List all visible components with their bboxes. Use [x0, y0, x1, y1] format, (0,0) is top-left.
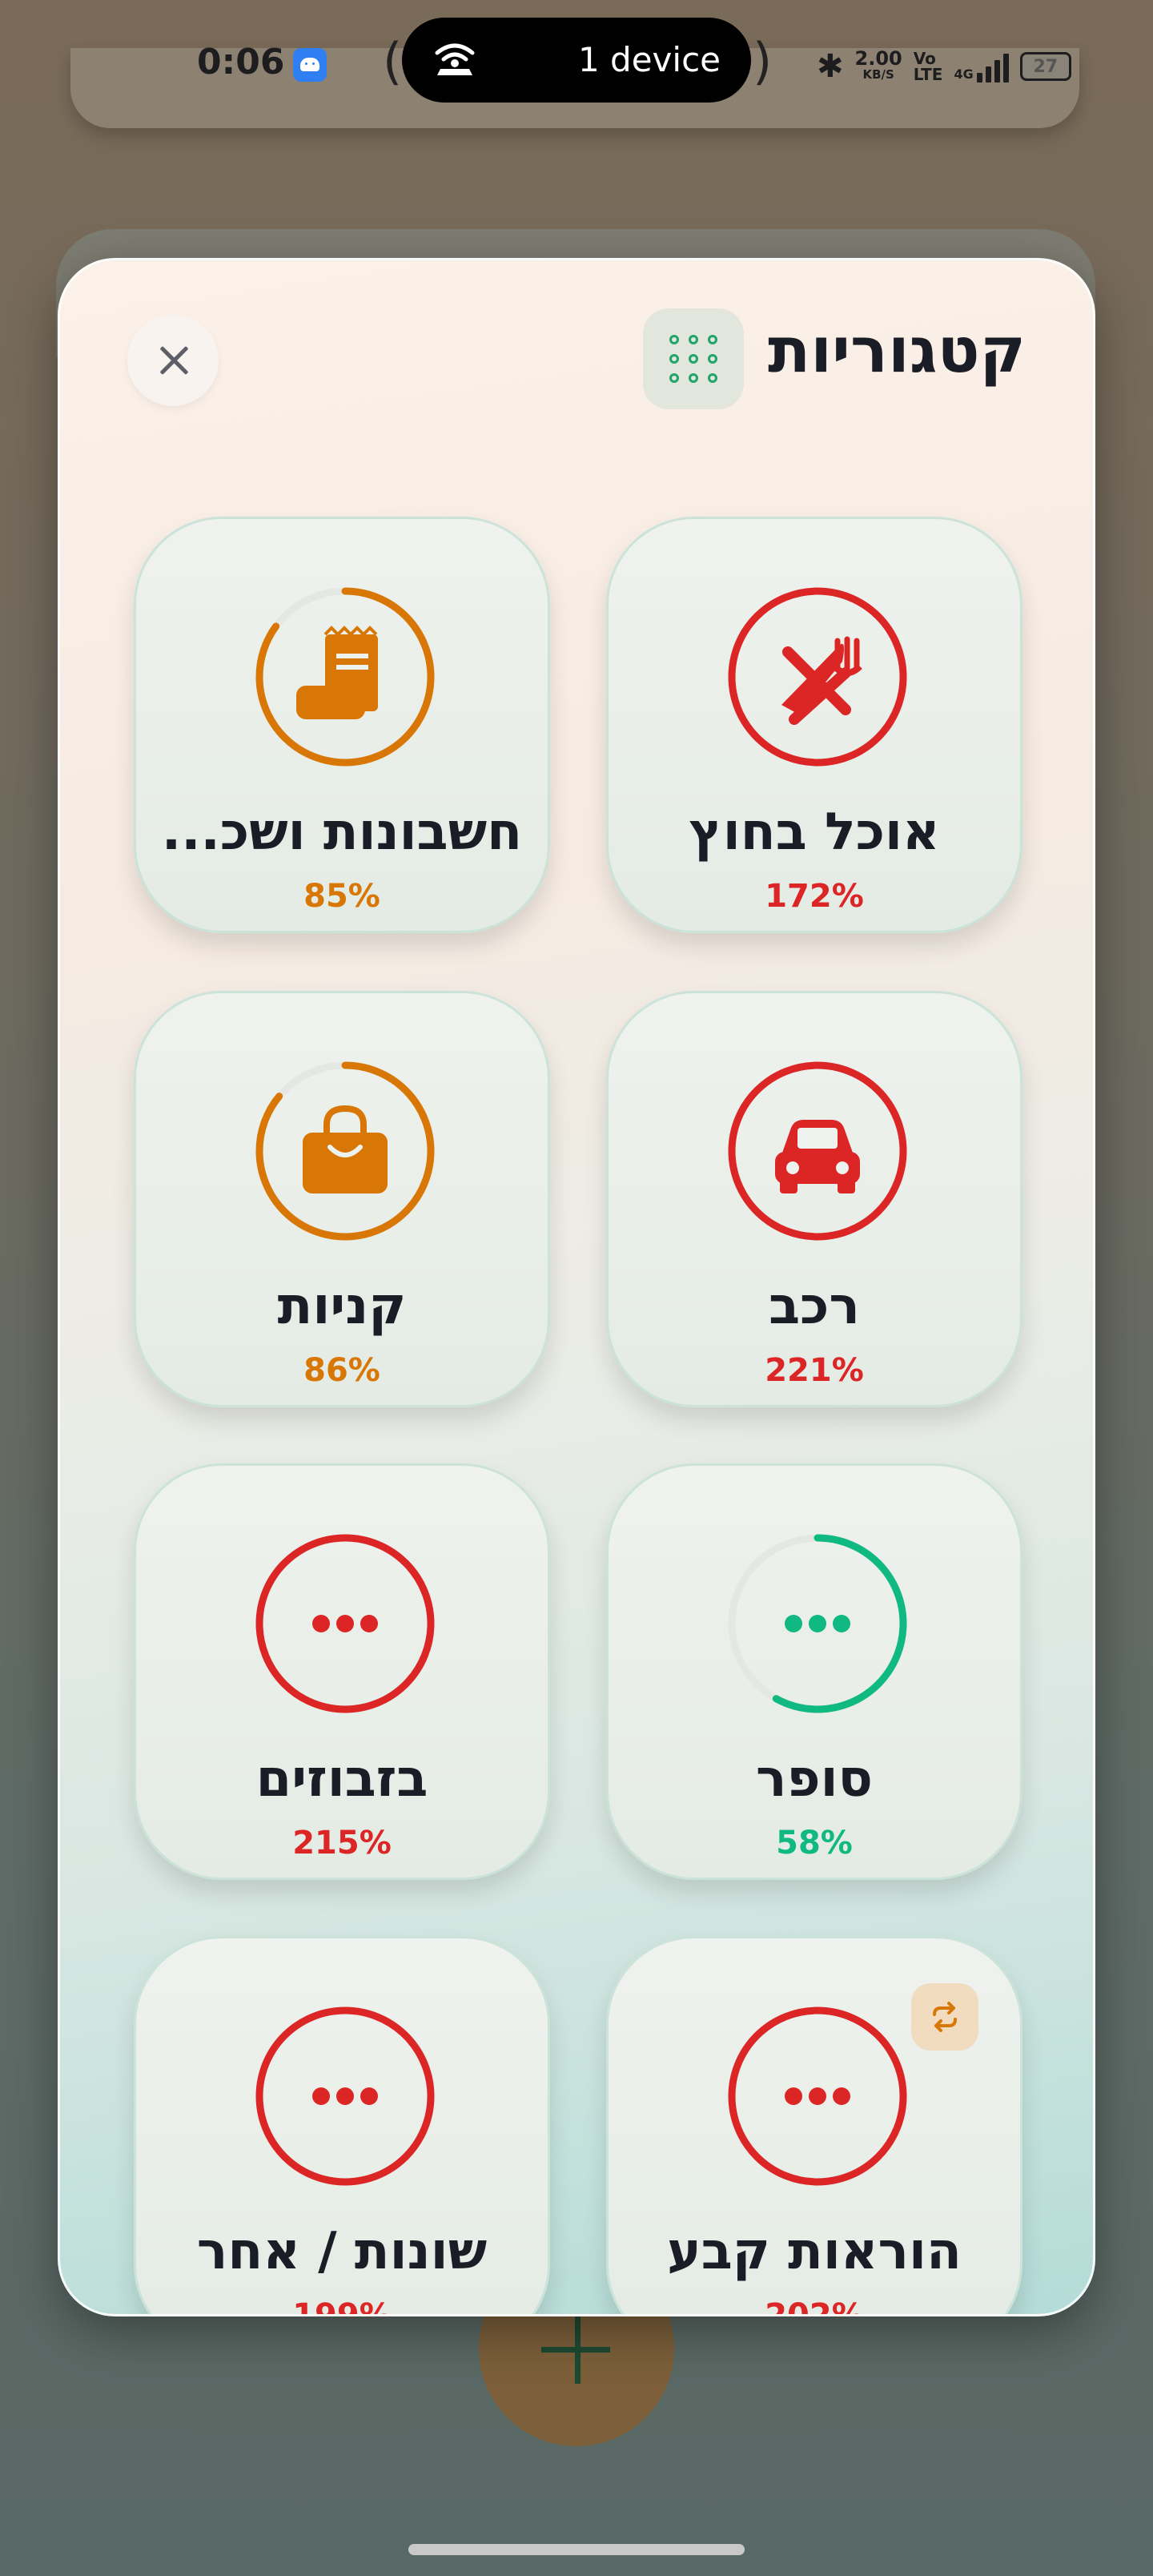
repeat-icon	[933, 2002, 957, 2032]
category-label: קניות	[277, 1277, 407, 1336]
volte-indicator: Vo LTE	[913, 49, 943, 84]
status-bar: 0:06 ( 1 device ) ✱ 2.00 KB/S Vo LTE 4G …	[0, 0, 1153, 128]
plus-icon	[541, 2315, 613, 2387]
category-tile[interactable]: הוראות קבע 202%	[606, 1936, 1022, 2316]
recurring-badge	[911, 1983, 978, 2051]
network-speed: 2.00 KB/S	[855, 49, 902, 83]
category-tile[interactable]: חשבונות ושכ... 85%	[134, 517, 550, 933]
bracket-left-icon: (	[383, 32, 403, 91]
category-tile[interactable]: שונות / אחר 199%	[134, 1936, 550, 2316]
category-percent: 202%	[765, 2297, 864, 2316]
category-label: חשבונות ושכ...	[161, 803, 523, 862]
shopping-bag-icon	[303, 1105, 388, 1193]
network-type: 4G	[954, 66, 974, 82]
fork-knife-icon	[781, 636, 862, 725]
category-label: אוכל בחוץ	[689, 803, 940, 862]
category-percent: 86%	[303, 1352, 380, 1389]
android-notification-icon	[293, 48, 327, 82]
category-tile[interactable]: סופר 58%	[606, 1463, 1022, 1880]
category-tile[interactable]: בזבוזים 215%	[134, 1463, 550, 1880]
progress-ring	[728, 587, 907, 767]
category-tile[interactable]: אוכל בחוץ 172%	[606, 517, 1022, 933]
category-tile[interactable]: רכב 221%	[606, 991, 1022, 1407]
more-dots-icon	[312, 2087, 378, 2105]
bluetooth-icon: ✱	[817, 48, 844, 85]
category-grid: אוכל בחוץ 172% חשבונות ושכ... 85% רכב 221% …	[60, 260, 1093, 2314]
progress-ring	[255, 2006, 435, 2186]
category-tile[interactable]: קניות 86%	[134, 991, 550, 1407]
bracket-right-icon: )	[753, 32, 773, 91]
category-percent: 199%	[292, 2297, 392, 2316]
category-percent: 85%	[303, 878, 380, 915]
category-percent: 58%	[776, 1825, 853, 1862]
hotspot-pill[interactable]: 1 device	[402, 18, 751, 103]
battery-icon: 27	[1019, 52, 1071, 81]
receipt-icon	[296, 626, 378, 719]
progress-ring	[255, 1534, 435, 1713]
categories-sheet: קטגוריות אוכל בחוץ 172% חשבונות ושכ... 85%…	[58, 258, 1095, 2316]
progress-ring	[255, 587, 435, 767]
car-icon	[775, 1120, 860, 1193]
progress-ring	[728, 1534, 907, 1713]
hotspot-device-count: 1 device	[577, 40, 721, 79]
category-percent: 172%	[765, 878, 864, 915]
category-label: בזבוזים	[255, 1749, 428, 1809]
category-label: רכב	[769, 1277, 860, 1336]
category-label: סופר	[755, 1749, 874, 1809]
category-percent: 221%	[765, 1352, 864, 1389]
progress-ring	[728, 2006, 907, 2186]
progress-ring	[728, 1061, 907, 1241]
system-indicators: ✱ 2.00 KB/S Vo LTE 4G 27	[817, 46, 1071, 87]
signal-icon: 4G	[954, 50, 1009, 83]
more-dots-icon	[785, 2087, 850, 2105]
home-indicator[interactable]	[408, 2544, 745, 2555]
more-dots-icon	[312, 1615, 378, 1632]
category-label: הוראות קבע	[667, 2222, 962, 2281]
category-percent: 215%	[292, 1825, 392, 1862]
hotspot-wifi-icon	[435, 43, 475, 75]
progress-ring	[255, 1061, 435, 1241]
category-label: שונות / אחר	[196, 2222, 488, 2281]
more-dots-icon	[785, 1615, 850, 1632]
status-time: 0:06	[197, 42, 285, 83]
